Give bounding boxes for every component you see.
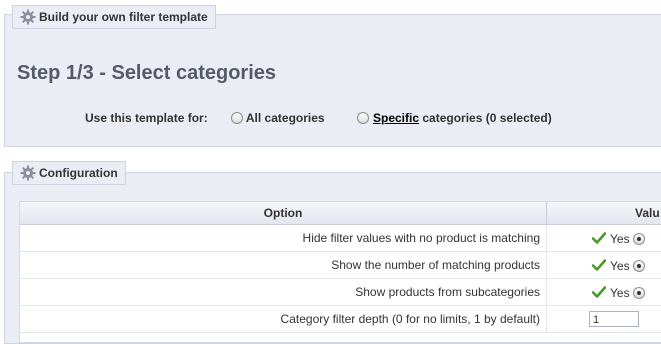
option-label: Hide filter values with no product is ma… <box>302 231 540 245</box>
option-value: Yes <box>592 225 645 251</box>
configuration-table: Option Valu Hide filter values with no p… <box>19 201 661 343</box>
use-template-label: Use this template for: <box>85 111 208 125</box>
all-categories-option[interactable]: All categories <box>231 111 325 125</box>
option-label: Show products from subcategories <box>355 285 540 299</box>
table-header: Option Valu <box>20 202 661 225</box>
configuration-legend-text: Configuration <box>39 166 118 180</box>
option-value: Yes <box>592 279 645 305</box>
all-categories-radio[interactable] <box>231 112 243 124</box>
check-icon <box>592 232 606 244</box>
yes-label: Yes <box>610 259 630 273</box>
yes-radio[interactable] <box>632 287 645 299</box>
yes-label: Yes <box>610 232 630 246</box>
check-icon <box>592 259 606 271</box>
page-title: Step 1/3 - Select categories <box>17 62 277 84</box>
table-row: Hide filter values with no product is ma… <box>20 225 661 252</box>
step-legend: Build your own filter template <box>12 5 216 29</box>
option-value: Yes <box>592 252 645 278</box>
column-header-value: Valu <box>635 206 660 220</box>
gear-icon <box>20 9 36 25</box>
category-depth-input[interactable]: 1 <box>589 311 639 327</box>
specific-categories-radio[interactable] <box>357 112 369 124</box>
table-row: Show the number of matching products Yes <box>20 252 661 279</box>
table-row: Show products from subcategories Yes <box>20 279 661 306</box>
check-icon <box>592 286 606 298</box>
all-categories-label: All categories <box>245 111 325 125</box>
specific-categories-suffix: categories (0 selected) <box>419 111 552 125</box>
option-label: Show the number of matching products <box>331 258 540 272</box>
specific-categories-option[interactable]: Specific categories (0 selected) <box>357 111 552 125</box>
yes-label: Yes <box>610 286 630 300</box>
yes-radio[interactable] <box>632 233 645 245</box>
configuration-legend: Configuration <box>12 161 126 185</box>
column-header-option: Option <box>20 202 547 224</box>
step-legend-text: Build your own filter template <box>39 10 208 24</box>
table-row: Category filter depth (0 for no limits, … <box>20 306 661 333</box>
yes-radio[interactable] <box>632 260 645 272</box>
option-label: Category filter depth (0 for no limits, … <box>280 312 540 326</box>
specific-categories-link[interactable]: Specific <box>373 111 419 125</box>
gear-icon <box>20 165 36 181</box>
